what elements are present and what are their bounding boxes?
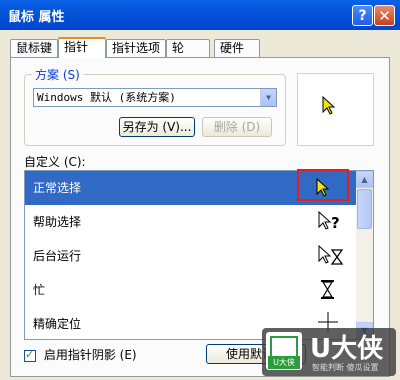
shadow-checkbox-label: 启用指针阴影 (E) bbox=[43, 348, 137, 362]
help-button[interactable]: ? bbox=[352, 5, 373, 26]
watermark-logo: U大侠 U大侠 智能判断 傻瓜设置 bbox=[262, 328, 396, 376]
shadow-checkbox[interactable]: 启用指针阴影 (E) bbox=[24, 346, 137, 363]
list-item-label: 帮助选择 bbox=[33, 215, 82, 229]
cursor-preview bbox=[297, 73, 374, 146]
list-scrollbar[interactable]: ▲ ▼ bbox=[356, 171, 373, 339]
scroll-up-icon[interactable]: ▲ bbox=[356, 171, 373, 188]
tab-pointers[interactable]: 指针 bbox=[58, 37, 106, 58]
list-item-busy[interactable]: 忙 bbox=[25, 273, 356, 307]
scroll-thumb[interactable] bbox=[357, 189, 372, 229]
hourglass-icon bbox=[321, 280, 334, 299]
highlight-box bbox=[297, 169, 349, 201]
list-item-help-select[interactable]: 帮助选择 ? bbox=[25, 205, 356, 239]
tab-wheel[interactable]: 轮 bbox=[166, 39, 210, 57]
arrow-cursor-icon bbox=[322, 96, 336, 115]
chevron-down-icon[interactable]: ▼ bbox=[260, 89, 276, 106]
watermark-subtitle: 智能判断 傻瓜设置 bbox=[312, 363, 379, 372]
checkbox-icon[interactable] bbox=[24, 348, 36, 362]
watermark-brand: U大侠 bbox=[310, 334, 384, 364]
logo-mark-text: U大侠 bbox=[268, 356, 300, 369]
close-button[interactable]: ✕ bbox=[374, 5, 395, 26]
scheme-select[interactable]: Windows 默认 (系统方案) ▼ bbox=[33, 88, 277, 107]
customize-label: 自定义 (C): bbox=[24, 155, 86, 169]
logo-mark-icon: U大侠 bbox=[266, 332, 302, 370]
title-bar: 鼠标 属性 ? ✕ bbox=[0, 0, 400, 30]
save-as-button[interactable]: 另存为 (V)... bbox=[119, 117, 195, 137]
window-title: 鼠标 属性 bbox=[8, 10, 65, 25]
list-item-label: 后台运行 bbox=[33, 249, 82, 263]
list-item-label: 忙 bbox=[33, 283, 46, 297]
list-item-background[interactable]: 后台运行 bbox=[25, 239, 356, 273]
working-cursor-icon bbox=[318, 245, 344, 265]
scheme-selected-value: Windows 默认 (系统方案) bbox=[37, 91, 176, 104]
list-item-label: 精确定位 bbox=[33, 317, 82, 331]
delete-button: 删除 (D) bbox=[202, 117, 272, 137]
svg-text:?: ? bbox=[331, 214, 340, 232]
tab-hardware[interactable]: 硬件 bbox=[214, 39, 260, 57]
list-item-label: 正常选择 bbox=[33, 181, 82, 195]
help-cursor-icon: ? bbox=[318, 211, 340, 232]
tab-buttons[interactable]: 鼠标键 bbox=[10, 39, 58, 57]
tab-pointer-options[interactable]: 指针选项 bbox=[106, 39, 166, 57]
scheme-label: 方案 (S) bbox=[32, 66, 83, 83]
